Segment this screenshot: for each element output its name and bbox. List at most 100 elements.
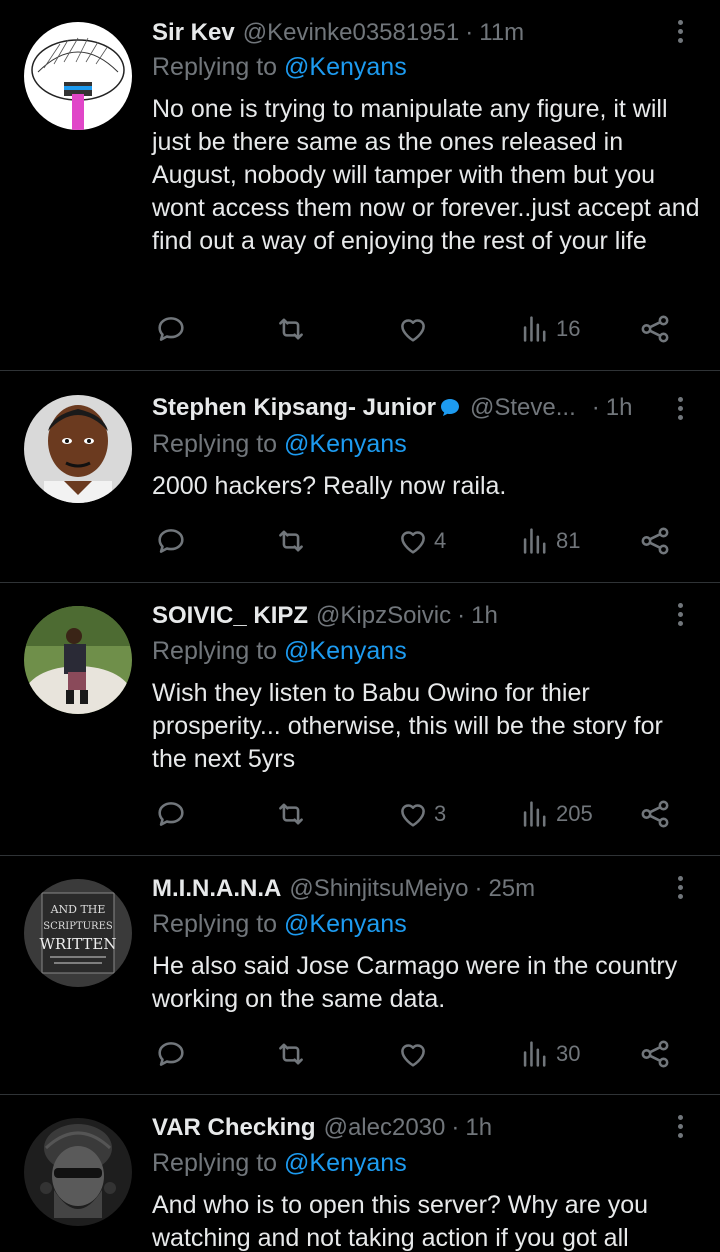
avatar[interactable] — [24, 395, 132, 503]
analytics-icon — [523, 1041, 546, 1067]
replying-to: Replying to @Kenyans — [152, 637, 407, 666]
views-button[interactable]: 16 — [518, 311, 580, 347]
separator-dot: · — [451, 1114, 460, 1141]
tweet[interactable]: Sir Kev @Kevinke03581951 · 11m Replying … — [0, 0, 720, 370]
like-button[interactable] — [396, 311, 430, 347]
share-icon — [641, 527, 669, 555]
replying-to-mention[interactable]: @Kenyans — [284, 1149, 407, 1177]
retweet-button[interactable] — [274, 796, 308, 832]
display-name[interactable]: SOIVIC_ KIPZ — [152, 602, 308, 630]
replying-to-mention[interactable]: @Kenyans — [284, 637, 407, 665]
tweet[interactable]: Stephen Kipsang- Junior @Steve... · 1h R… — [0, 371, 720, 582]
tweet-text: And who is to open this server? Why are … — [152, 1191, 649, 1252]
more-options-icon[interactable] — [668, 599, 692, 629]
user-handle[interactable]: @KipzSoivic — [316, 602, 451, 630]
tweet-text: 2000 hackers? Really now raila. — [152, 472, 507, 500]
reply-button[interactable] — [154, 1036, 188, 1072]
share-button[interactable] — [638, 523, 672, 559]
retweet-button[interactable] — [274, 523, 308, 559]
retweet-icon — [279, 803, 303, 825]
more-options-icon[interactable] — [668, 393, 692, 423]
tweet-actions: 30 — [152, 1036, 682, 1072]
tweet-actions: 16 — [152, 311, 682, 347]
tweet-text: No one is trying to manipulate any figur… — [152, 95, 700, 255]
reply-icon — [158, 529, 184, 553]
share-icon — [641, 315, 669, 343]
more-options-icon[interactable] — [668, 1111, 692, 1141]
avatar[interactable]: AND THE SCRIPTURES WRITTEN — [24, 879, 132, 987]
analytics-icon — [523, 801, 546, 827]
heart-icon — [401, 531, 425, 554]
timestamp[interactable]: 1h — [465, 1114, 492, 1142]
replying-to: Replying to @Kenyans — [152, 53, 407, 82]
like-button[interactable]: 3 — [396, 796, 446, 832]
display-name[interactable]: VAR Checking — [152, 1114, 316, 1142]
replying-to-label: Replying to — [152, 1149, 278, 1177]
tweet-text: Wish they listen to Babu Owino for thier… — [152, 679, 663, 773]
share-icon — [641, 1040, 669, 1068]
like-button[interactable] — [396, 1036, 430, 1072]
retweet-icon — [279, 318, 303, 340]
verified-badge-icon — [441, 399, 460, 416]
likes-count: 3 — [434, 801, 447, 826]
avatar[interactable] — [24, 22, 132, 130]
tweet[interactable]: AND THE SCRIPTURES WRITTEN M.I.N.A.N.A @… — [0, 856, 720, 1094]
reply-icon — [158, 317, 184, 341]
retweet-button[interactable] — [274, 1036, 308, 1072]
heart-icon — [401, 319, 425, 342]
share-icon — [641, 800, 669, 828]
replying-to-label: Replying to — [152, 910, 278, 938]
more-options-icon[interactable] — [668, 16, 692, 46]
tweet-actions: 4 81 — [152, 523, 682, 559]
avatar[interactable] — [24, 606, 132, 714]
replying-to-mention[interactable]: @Kenyans — [284, 430, 407, 458]
like-button[interactable]: 4 — [396, 523, 446, 559]
user-handle[interactable]: @ShinjitsuMeiyo — [289, 875, 468, 903]
views-count: 81 — [556, 528, 581, 553]
share-button[interactable] — [638, 311, 672, 347]
avatar-text-line: AND THE — [50, 903, 106, 916]
avatar-text-line: SCRIPTURES — [43, 921, 113, 932]
timestamp[interactable]: 1h — [606, 394, 633, 422]
display-name[interactable]: M.I.N.A.N.A — [152, 875, 281, 903]
share-button[interactable] — [638, 1036, 672, 1072]
more-options-icon[interactable] — [668, 872, 692, 902]
analytics-icon — [523, 316, 546, 342]
reply-button[interactable] — [154, 523, 188, 559]
retweet-icon — [279, 1043, 303, 1065]
display-name[interactable]: Stephen Kipsang- Junior — [152, 394, 436, 422]
replying-to-label: Replying to — [152, 430, 278, 458]
user-handle[interactable]: @alec2030 — [324, 1114, 446, 1142]
timestamp[interactable]: 11m — [479, 19, 524, 47]
timestamp[interactable]: 25m — [488, 875, 535, 903]
replying-to-label: Replying to — [152, 637, 278, 665]
reply-button[interactable] — [154, 796, 188, 832]
replying-to: Replying to @Kenyans — [152, 910, 407, 939]
reply-icon — [158, 1042, 184, 1066]
tweet-text: He also said Jose Carmago were in the co… — [152, 952, 678, 1013]
avatar[interactable] — [24, 1118, 132, 1226]
views-count: 16 — [556, 316, 581, 341]
display-name[interactable]: Sir Kev — [152, 19, 235, 47]
heart-icon — [401, 804, 425, 827]
replying-to-mention[interactable]: @Kenyans — [284, 910, 407, 938]
separator-dot: · — [474, 875, 483, 902]
user-handle[interactable]: @Steve... — [470, 394, 576, 422]
views-count: 30 — [556, 1041, 581, 1066]
separator-dot: · — [465, 19, 474, 46]
views-button[interactable]: 30 — [518, 1036, 580, 1072]
analytics-icon — [523, 528, 546, 554]
tweet[interactable]: SOIVIC_ KIPZ @KipzSoivic · 1h Replying t… — [0, 583, 720, 855]
user-handle[interactable]: @Kevinke03581951 — [243, 19, 460, 47]
retweet-button[interactable] — [274, 311, 308, 347]
likes-count: 4 — [434, 528, 447, 553]
timestamp[interactable]: 1h — [471, 602, 498, 630]
replying-to: Replying to @Kenyans — [152, 1149, 407, 1178]
views-button[interactable]: 205 — [518, 796, 593, 832]
views-button[interactable]: 81 — [518, 523, 580, 559]
share-button[interactable] — [638, 796, 672, 832]
tweet[interactable]: VAR Checking @alec2030 · 1h Replying to … — [0, 1095, 720, 1252]
reply-button[interactable] — [154, 311, 188, 347]
replying-to-mention[interactable]: @Kenyans — [284, 53, 407, 81]
separator-dot: · — [457, 602, 466, 629]
